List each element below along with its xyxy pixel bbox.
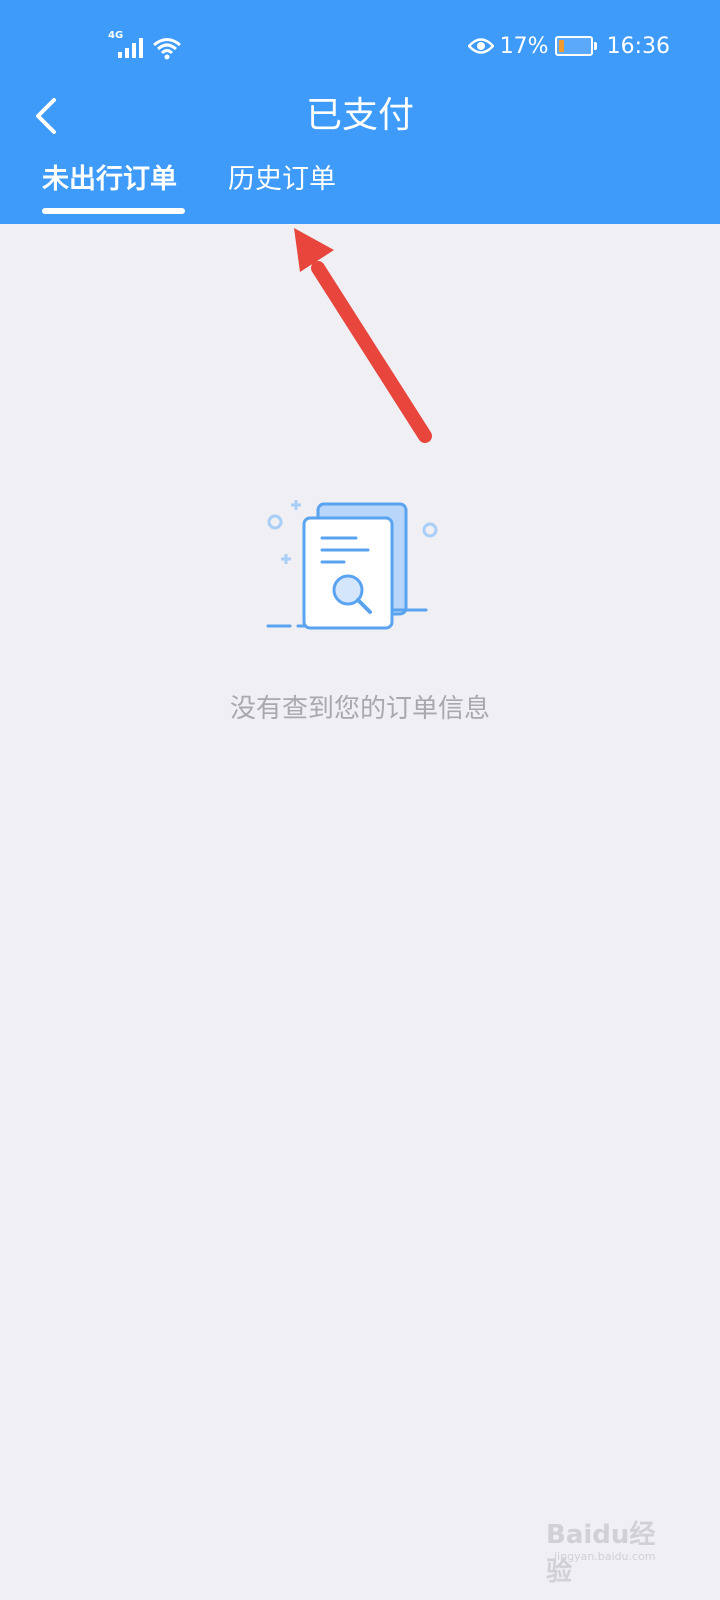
baidu-watermark: Baidu经验 jingyan.baidu.com: [540, 1506, 680, 1587]
page-title: 已支付: [305, 95, 414, 136]
status-time: 16:36: [606, 33, 670, 59]
status-right: 17% 16:36: [467, 30, 670, 62]
network-label: 4G: [108, 30, 124, 41]
empty-message: 没有查到您的订单信息: [229, 694, 490, 724]
tab-upcoming-orders[interactable]: 未出行订单: [42, 156, 177, 204]
document-search-icon: [266, 500, 438, 630]
watermark-sub: jingyan.baidu.com: [554, 1550, 656, 1563]
active-tab-indicator: [42, 208, 185, 214]
wifi-icon: [153, 38, 181, 60]
app-header: 4G 17% 16:36 已支付 未出行订单 历史订单: [0, 0, 720, 224]
battery-icon: [554, 36, 597, 56]
tab-history-orders[interactable]: 历史订单: [228, 156, 336, 204]
eye-icon: [467, 38, 494, 54]
battery-percent: 17%: [499, 33, 549, 59]
status-left: 4G: [108, 30, 182, 60]
battery-fill: [558, 40, 564, 52]
status-bar: 4G 17% 16:36: [0, 0, 720, 92]
tab-bar: 未出行订单 历史订单: [0, 156, 720, 224]
